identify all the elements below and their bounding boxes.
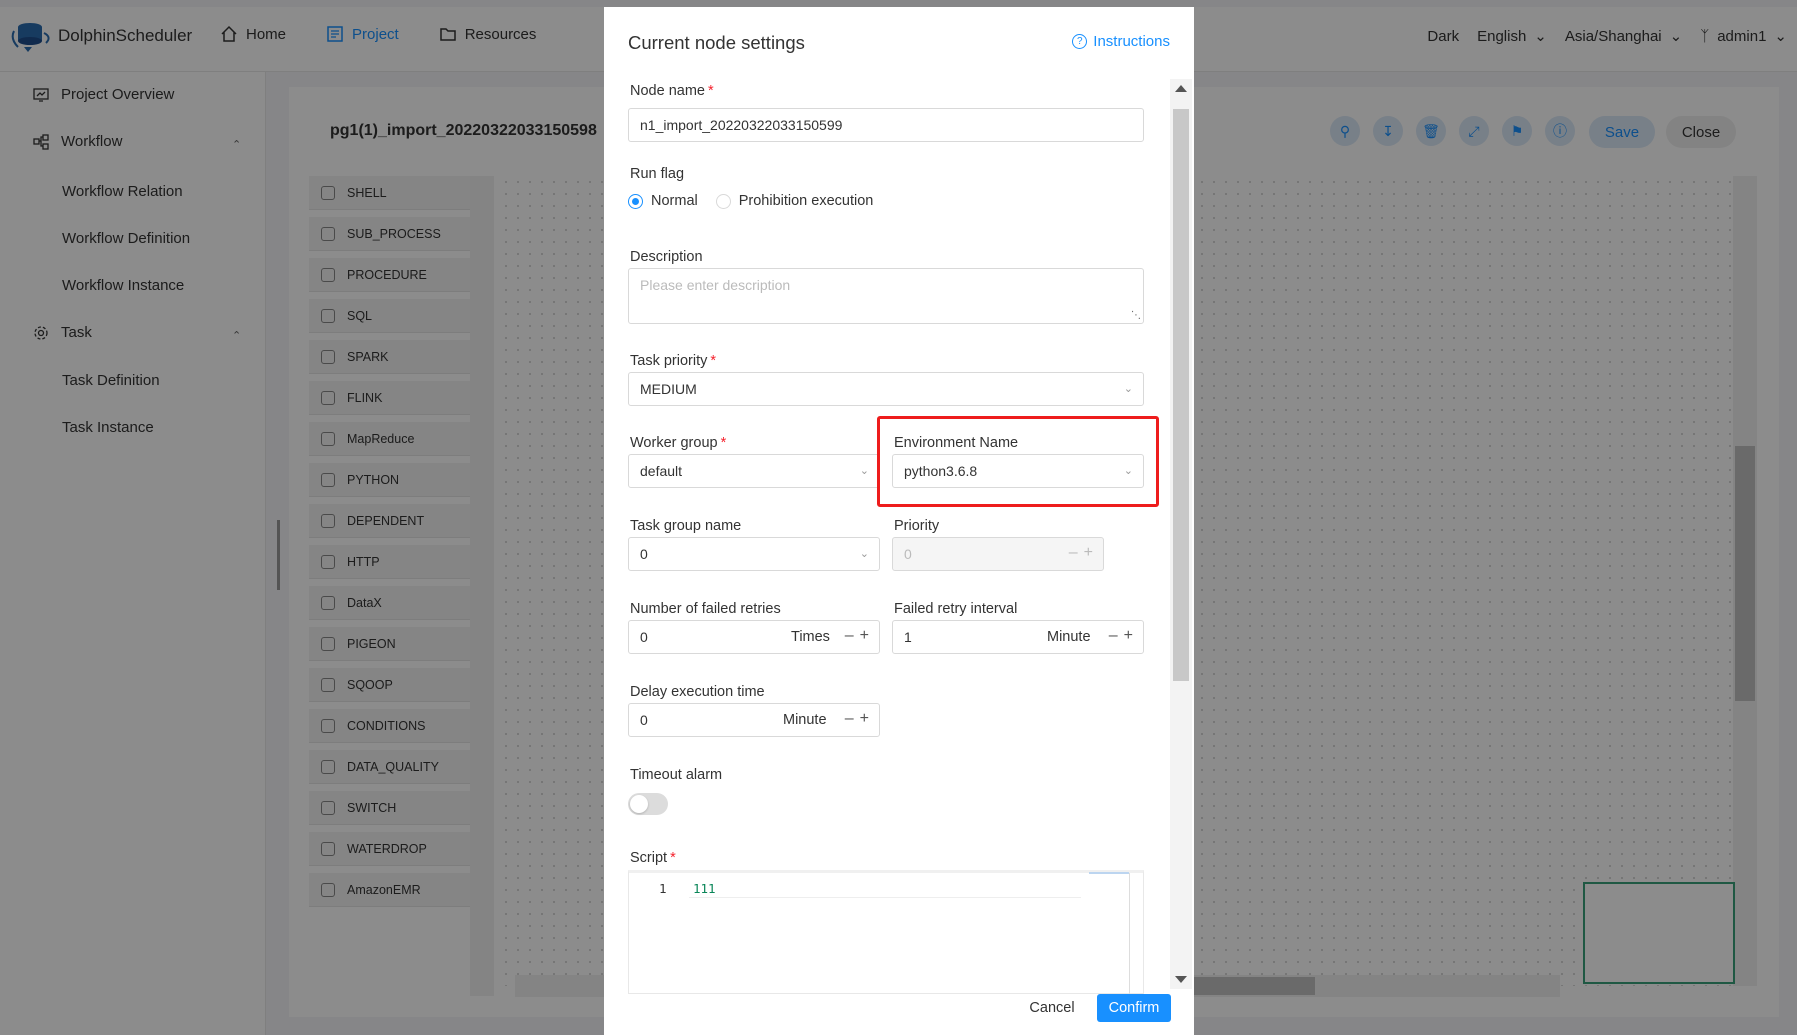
current-line-highlight xyxy=(689,897,1081,898)
code-line[interactable]: 111 xyxy=(693,881,716,896)
node-name-input[interactable]: n1_import_20220322033150599 xyxy=(628,108,1144,142)
times-unit: Times xyxy=(791,629,830,645)
retry-interval-input[interactable]: 1 Minute –+ xyxy=(892,620,1144,654)
stepper-buttons[interactable]: –+ xyxy=(845,627,875,645)
run-flag-normal-radio[interactable]: Normal xyxy=(628,193,698,209)
priority-input: 0 –+ xyxy=(892,537,1104,571)
priority-label: Priority xyxy=(894,518,940,534)
chevron-down-icon: ⌄ xyxy=(859,465,869,477)
delay-execution-label: Delay execution time xyxy=(630,684,765,700)
scroll-up-icon[interactable] xyxy=(1175,85,1187,92)
stepper-buttons: –+ xyxy=(1068,544,1099,561)
resize-handle-icon[interactable]: ⋱ xyxy=(1131,310,1141,321)
worker-group-label: Worker group * xyxy=(630,435,727,451)
run-flag-radio-group: Normal Prohibition execution xyxy=(628,193,873,209)
node-name-label: Node name * xyxy=(630,83,714,99)
cancel-button[interactable]: Cancel xyxy=(1022,994,1082,1022)
script-label: Script * xyxy=(630,850,676,866)
task-priority-select[interactable]: MEDIUM ⌄ xyxy=(628,372,1144,406)
editor-overview-marker xyxy=(1089,872,1129,874)
required-mark: * xyxy=(710,353,717,369)
required-mark: * xyxy=(720,435,727,451)
run-flag-prohibition-radio[interactable]: Prohibition execution xyxy=(715,193,873,209)
task-priority-label: Task priority * xyxy=(630,353,717,369)
description-placeholder: Please enter description xyxy=(640,277,791,293)
stepper-buttons[interactable]: –+ xyxy=(1109,627,1139,645)
help-circle-icon: ? xyxy=(1072,34,1088,49)
description-textarea[interactable]: Please enter description ⋱ xyxy=(628,268,1144,324)
required-mark: * xyxy=(670,850,676,866)
script-editor[interactable]: 1 111 xyxy=(628,870,1144,997)
node-settings-drawer: Current node settings ? Instructions Nod… xyxy=(604,7,1194,1035)
retry-interval-label: Failed retry interval xyxy=(894,601,1018,617)
drawer-scrollbar[interactable] xyxy=(1170,79,1192,989)
failed-retries-input[interactable]: 0 Times –+ xyxy=(628,620,880,654)
chevron-down-icon: ⌄ xyxy=(1123,383,1133,395)
task-group-name-select[interactable]: 0 ⌄ xyxy=(628,537,880,571)
radio-unchecked-icon xyxy=(715,193,731,209)
instructions-link[interactable]: ? Instructions xyxy=(1072,33,1170,50)
description-label: Description xyxy=(630,249,703,265)
stepper-buttons[interactable]: –+ xyxy=(845,710,875,728)
required-mark: * xyxy=(707,83,714,99)
minute-unit: Minute xyxy=(783,712,827,728)
minute-unit: Minute xyxy=(1047,629,1091,645)
chevron-down-icon: ⌄ xyxy=(859,548,869,560)
drawer-title: Current node settings xyxy=(628,32,805,53)
run-flag-label: Run flag xyxy=(630,166,685,182)
worker-group-select[interactable]: default ⌄ xyxy=(628,454,880,488)
failed-retries-label: Number of failed retries xyxy=(630,601,781,617)
confirm-button[interactable]: Confirm xyxy=(1097,994,1171,1022)
radio-checked-icon xyxy=(628,193,643,209)
task-group-name-label: Task group name xyxy=(630,518,742,534)
scroll-down-icon[interactable] xyxy=(1175,976,1187,983)
scrollbar-thumb[interactable] xyxy=(1173,109,1189,681)
line-number: 1 xyxy=(659,881,667,896)
timeout-alarm-switch[interactable] xyxy=(628,793,668,815)
annotation-highlight-box xyxy=(877,416,1159,507)
timeout-alarm-label: Timeout alarm xyxy=(630,767,723,783)
delay-execution-input[interactable]: 0 Minute –+ xyxy=(628,703,880,737)
editor-scrollbar[interactable] xyxy=(1129,873,1143,997)
